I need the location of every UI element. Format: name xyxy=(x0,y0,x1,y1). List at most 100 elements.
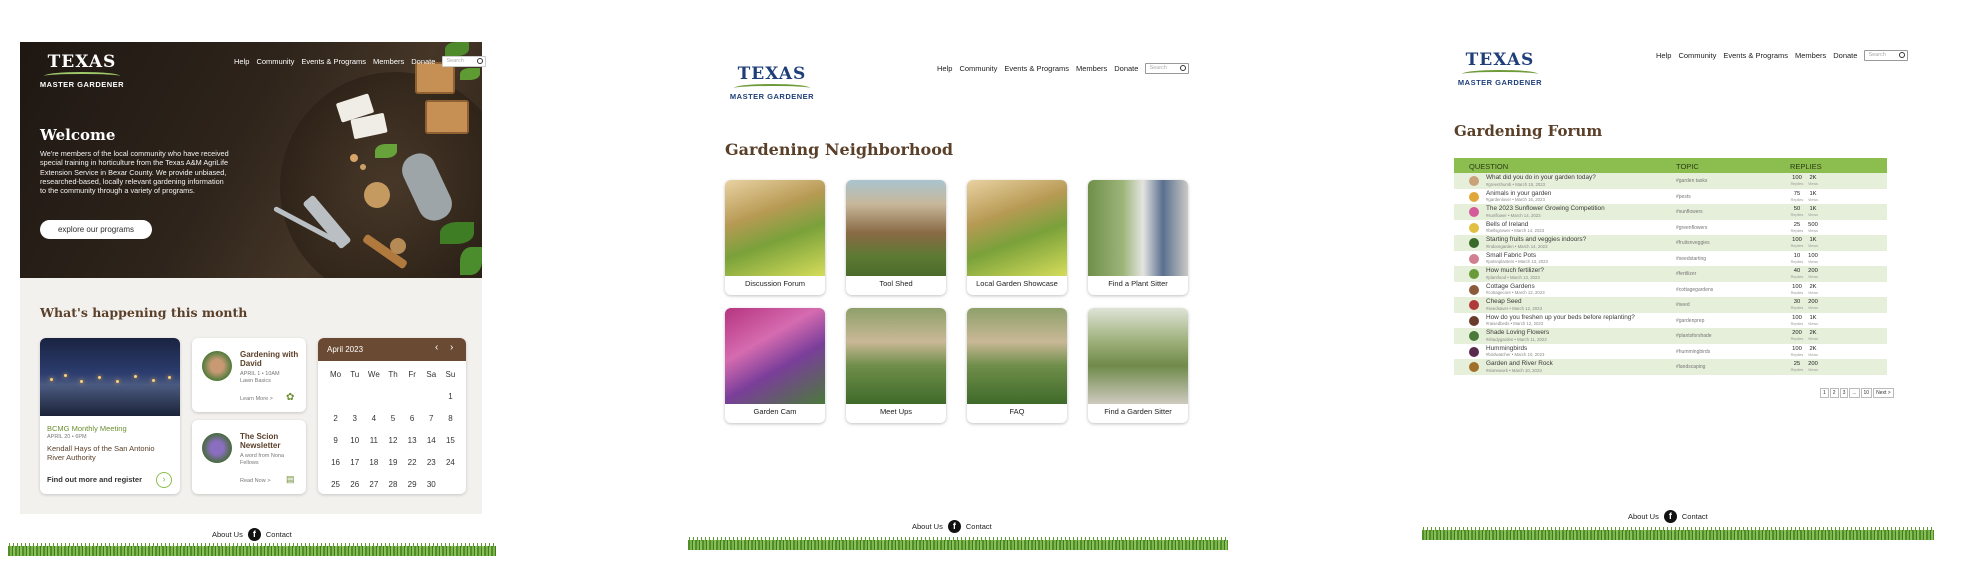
calendar-day[interactable]: 11 xyxy=(364,436,383,445)
calendar-day[interactable]: 9 xyxy=(326,436,345,445)
question-link[interactable]: Garden and River Rock xyxy=(1486,360,1553,367)
question-link[interactable]: Bells of Ireland xyxy=(1486,221,1528,228)
calendar-day[interactable]: 6 xyxy=(403,414,422,423)
forum-row[interactable]: Starting fruits and veggies indoors? #ind… xyxy=(1454,235,1887,251)
calendar-day[interactable]: 5 xyxy=(383,414,402,423)
search-icon[interactable] xyxy=(1180,65,1187,71)
contact-link[interactable]: Contact xyxy=(966,522,992,531)
search-input[interactable]: Search xyxy=(1145,63,1190,74)
page-link[interactable]: 10 xyxy=(1860,388,1873,398)
search-icon[interactable] xyxy=(1899,52,1906,58)
search-icon[interactable] xyxy=(477,58,484,64)
topic-tag[interactable]: #greenflowers xyxy=(1676,225,1707,231)
question-link[interactable]: Small Fabric Pots xyxy=(1486,252,1536,259)
tile-local-garden-showcase[interactable]: Local Garden Showcase xyxy=(967,180,1067,295)
calendar-day[interactable]: 18 xyxy=(364,458,383,467)
topic-tag[interactable]: #gardenprep xyxy=(1676,318,1704,324)
page-link[interactable]: 1 xyxy=(1820,388,1829,398)
nav-help[interactable]: Help xyxy=(937,64,952,73)
calendar-day[interactable]: 22 xyxy=(403,458,422,467)
tile-faq[interactable]: FAQ xyxy=(967,308,1067,423)
calendar-day[interactable]: 19 xyxy=(383,458,402,467)
calendar-prev-icon[interactable]: ‹ xyxy=(435,342,438,353)
forum-row[interactable]: Cottage Gardens #cottagecore • March 12, … xyxy=(1454,281,1887,297)
about-us-link[interactable]: About Us xyxy=(912,522,943,531)
topic-tag[interactable]: #plantsforshade xyxy=(1676,333,1712,339)
nav-members[interactable]: Members xyxy=(373,57,404,66)
calendar-day[interactable]: 3 xyxy=(345,414,364,423)
explore-programs-button[interactable]: explore our programs xyxy=(40,220,152,239)
forum-row[interactable]: Garden and River Rock #stonework • March … xyxy=(1454,359,1887,375)
calendar-day[interactable]: 26 xyxy=(345,480,364,489)
calendar-day[interactable]: 15 xyxy=(441,436,460,445)
nav-donate[interactable]: Donate xyxy=(1833,51,1857,60)
topic-tag[interactable]: #seed xyxy=(1676,302,1690,308)
forum-row[interactable]: Small Fabric Pots #potsnplanters • March … xyxy=(1454,250,1887,266)
calendar-day[interactable]: 13 xyxy=(403,436,422,445)
forum-row[interactable]: The 2023 Sunflower Growing Competition #s… xyxy=(1454,204,1887,220)
nav-community[interactable]: Community xyxy=(256,57,294,66)
nav-events[interactable]: Events & Programs xyxy=(301,57,366,66)
tile-find-a-plant-sitter[interactable]: Find a Plant Sitter xyxy=(1088,180,1188,295)
calendar-day[interactable]: 2 xyxy=(326,414,345,423)
topic-tag[interactable]: #garden tasks xyxy=(1676,178,1707,184)
calendar-day[interactable]: 12 xyxy=(383,436,402,445)
nav-events[interactable]: Events & Programs xyxy=(1723,51,1788,60)
calendar-day[interactable]: 8 xyxy=(441,414,460,423)
site-logo[interactable]: TEXAS MASTER GARDENER xyxy=(1454,50,1546,100)
topic-tag[interactable]: #hummingbirds xyxy=(1676,349,1710,355)
calendar-day[interactable]: 27 xyxy=(364,480,383,489)
tile-find-a-garden-sitter[interactable]: Find a Garden Sitter xyxy=(1088,308,1188,423)
facebook-icon[interactable]: f xyxy=(1663,510,1677,523)
calendar-day[interactable]: 23 xyxy=(422,458,441,467)
question-link[interactable]: The 2023 Sunflower Growing Competition xyxy=(1486,205,1605,212)
nav-help[interactable]: Help xyxy=(1656,51,1671,60)
tile-meet-ups[interactable]: Meet Ups xyxy=(846,308,946,423)
question-link[interactable]: Shade Loving Flowers xyxy=(1486,329,1549,336)
nav-members[interactable]: Members xyxy=(1076,64,1107,73)
nav-members[interactable]: Members xyxy=(1795,51,1826,60)
topic-tag[interactable]: #sunflowers xyxy=(1676,209,1703,215)
page-link[interactable]: ... xyxy=(1849,388,1860,398)
forum-row[interactable]: Shade Loving Flowers #shadygarden • March… xyxy=(1454,328,1887,344)
forum-row[interactable]: How much fertilizer? #plantfood • March 1… xyxy=(1454,266,1887,282)
question-link[interactable]: Starting fruits and veggies indoors? xyxy=(1486,236,1586,243)
calendar-day[interactable]: 25 xyxy=(326,480,345,489)
about-us-link[interactable]: About Us xyxy=(1628,512,1659,521)
nav-community[interactable]: Community xyxy=(959,64,997,73)
page-link[interactable]: 3 xyxy=(1839,388,1849,398)
question-link[interactable]: Cheap Seed xyxy=(1486,298,1522,305)
question-link[interactable]: Animals in your garden xyxy=(1486,190,1551,197)
question-link[interactable]: How much fertilizer? xyxy=(1486,267,1544,274)
facebook-icon[interactable]: f xyxy=(947,520,961,533)
calendar-day[interactable]: 4 xyxy=(364,414,383,423)
page-link[interactable]: 2 xyxy=(1829,388,1839,398)
topic-tag[interactable]: #fertilizer xyxy=(1676,271,1696,277)
topic-tag[interactable]: #pests xyxy=(1676,194,1691,200)
question-link[interactable]: What did you do in your garden today? xyxy=(1486,174,1596,181)
calendar-day[interactable]: 24 xyxy=(441,458,460,467)
event-register-link[interactable]: Find out more and register xyxy=(47,475,142,484)
topic-tag[interactable]: #landscaping xyxy=(1676,364,1705,370)
topic-tag[interactable]: #fruitsnveggies xyxy=(1676,240,1710,246)
calendar-day[interactable]: 7 xyxy=(422,414,441,423)
page-link[interactable]: Next > xyxy=(1873,388,1894,398)
calendar-next-icon[interactable]: › xyxy=(450,342,453,353)
nav-donate[interactable]: Donate xyxy=(411,57,435,66)
event-card[interactable]: BCMG Monthly Meeting APRIL 20 • 6PM Kend… xyxy=(40,338,180,494)
calendar-day[interactable]: 30 xyxy=(422,480,441,489)
calendar-day[interactable]: 16 xyxy=(326,458,345,467)
site-logo[interactable]: TEXAS MASTER GARDENER xyxy=(36,52,128,102)
about-us-link[interactable]: About Us xyxy=(212,530,243,539)
nav-donate[interactable]: Donate xyxy=(1114,64,1138,73)
arrow-right-icon[interactable]: › xyxy=(156,472,172,488)
forum-row[interactable]: What did you do in your garden today? #gr… xyxy=(1454,173,1887,189)
nav-events[interactable]: Events & Programs xyxy=(1004,64,1069,73)
scion-newsletter-card[interactable]: The Scion Newsletter A word from Nona Fe… xyxy=(192,420,306,494)
question-link[interactable]: Cottage Gardens xyxy=(1486,283,1535,290)
question-link[interactable]: How do you freshen up your beds before r… xyxy=(1486,314,1635,321)
topic-tag[interactable]: #seedstarting xyxy=(1676,256,1706,262)
forum-row[interactable]: Cheap Seed #seedsaver • March 12, 2023 #se… xyxy=(1454,297,1887,313)
learn-more-link[interactable]: Learn More > xyxy=(240,396,273,402)
tile-tool-shed[interactable]: Tool Shed xyxy=(846,180,946,295)
